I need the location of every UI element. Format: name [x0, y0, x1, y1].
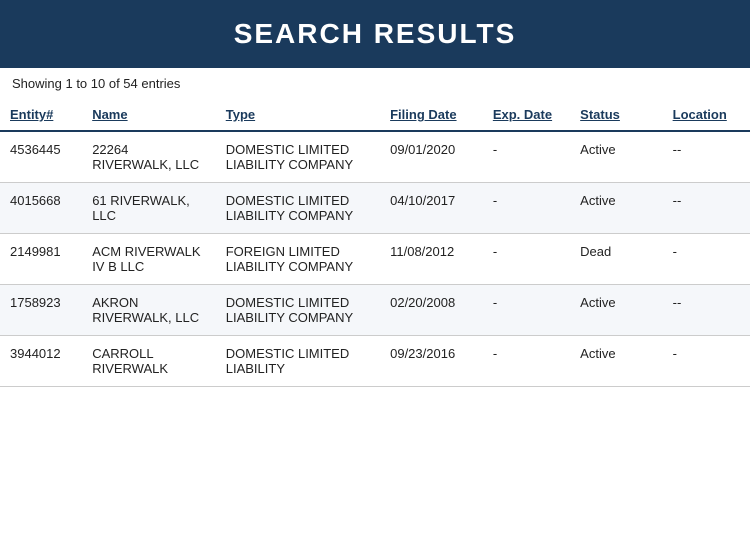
cell-type: DOMESTIC LIMITED LIABILITY COMPANY [216, 183, 380, 234]
cell-name: ACM RIVERWALK IV B LLC [82, 234, 216, 285]
cell-status: Dead [570, 234, 662, 285]
cell-name: 22264 RIVERWALK, LLC [82, 131, 216, 183]
table-row: 3944012CARROLL RIVERWALKDOMESTIC LIMITED… [0, 336, 750, 387]
col-header-filing: Filing Date [380, 99, 483, 131]
cell-exp: - [483, 285, 570, 336]
cell-status: Active [570, 183, 662, 234]
col-header-exp: Exp. Date [483, 99, 570, 131]
col-header-entity: Entity# [0, 99, 82, 131]
cell-name: CARROLL RIVERWALK [82, 336, 216, 387]
cell-exp: - [483, 183, 570, 234]
cell-filing: 02/20/2008 [380, 285, 483, 336]
cell-status: Active [570, 336, 662, 387]
cell-filing: 09/23/2016 [380, 336, 483, 387]
cell-entity: 4536445 [0, 131, 82, 183]
cell-entity: 4015668 [0, 183, 82, 234]
cell-type: DOMESTIC LIMITED LIABILITY [216, 336, 380, 387]
cell-status: Active [570, 285, 662, 336]
col-header-name: Name [82, 99, 216, 131]
cell-location: -- [663, 183, 750, 234]
col-header-status: Status [570, 99, 662, 131]
table-row: 1758923AKRON RIVERWALK, LLCDOMESTIC LIMI… [0, 285, 750, 336]
cell-location: - [663, 336, 750, 387]
cell-name: AKRON RIVERWALK, LLC [82, 285, 216, 336]
col-header-type: Type [216, 99, 380, 131]
cell-entity: 2149981 [0, 234, 82, 285]
cell-location: -- [663, 285, 750, 336]
cell-entity: 1758923 [0, 285, 82, 336]
cell-exp: - [483, 234, 570, 285]
col-header-location: Location [663, 99, 750, 131]
table-row: 453644522264 RIVERWALK, LLCDOMESTIC LIMI… [0, 131, 750, 183]
cell-type: FOREIGN LIMITED LIABILITY COMPANY [216, 234, 380, 285]
cell-filing: 04/10/2017 [380, 183, 483, 234]
cell-filing: 11/08/2012 [380, 234, 483, 285]
table-row: 2149981ACM RIVERWALK IV B LLCFOREIGN LIM… [0, 234, 750, 285]
page-header: SEARCH RESULTS [0, 0, 750, 68]
cell-location: - [663, 234, 750, 285]
results-info: Showing 1 to 10 of 54 entries [0, 68, 750, 99]
cell-filing: 09/01/2020 [380, 131, 483, 183]
cell-status: Active [570, 131, 662, 183]
cell-location: -- [663, 131, 750, 183]
cell-exp: - [483, 131, 570, 183]
cell-exp: - [483, 336, 570, 387]
cell-name: 61 RIVERWALK, LLC [82, 183, 216, 234]
results-table: Entity# Name Type Filing Date Exp. Date … [0, 99, 750, 387]
table-row: 401566861 RIVERWALK, LLCDOMESTIC LIMITED… [0, 183, 750, 234]
page-title: SEARCH RESULTS [0, 18, 750, 50]
cell-type: DOMESTIC LIMITED LIABILITY COMPANY [216, 285, 380, 336]
cell-entity: 3944012 [0, 336, 82, 387]
cell-type: DOMESTIC LIMITED LIABILITY COMPANY [216, 131, 380, 183]
